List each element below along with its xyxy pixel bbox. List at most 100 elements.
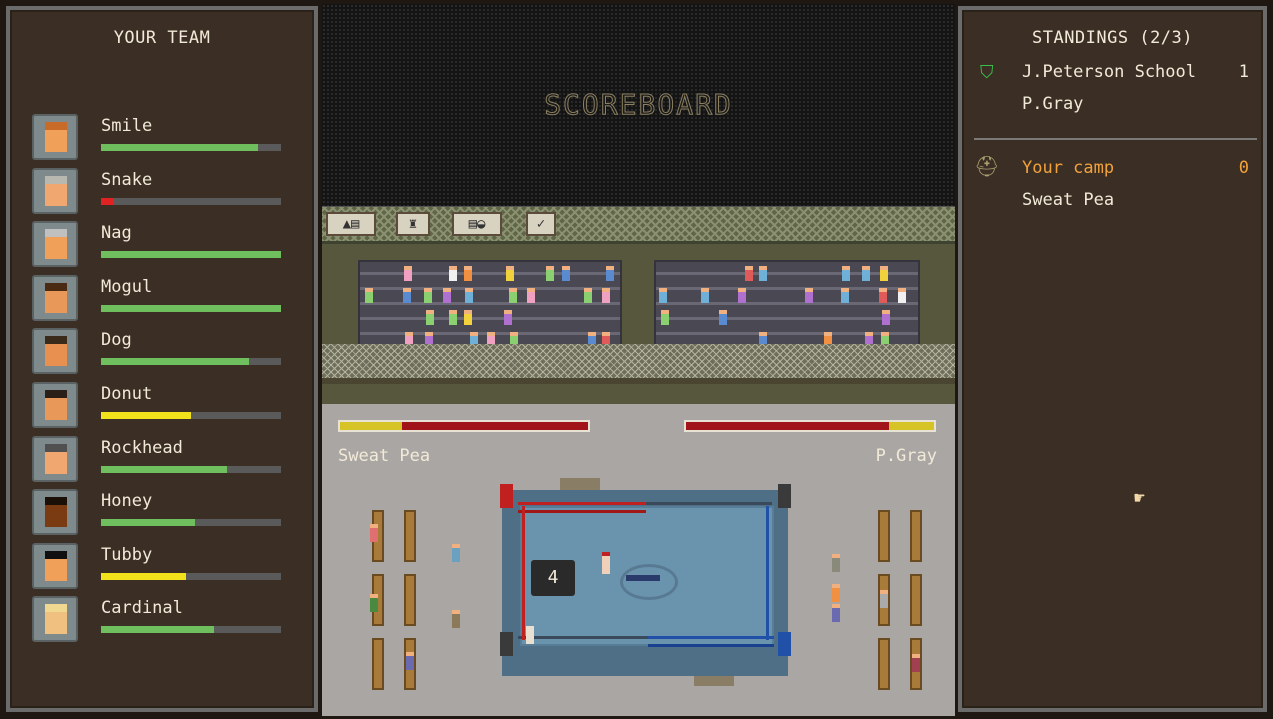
fighter-hair xyxy=(45,497,67,506)
fighter-name: Honey xyxy=(101,491,153,512)
hand-cursor-icon: ☛ xyxy=(1134,488,1145,509)
fighter-hair xyxy=(45,282,67,291)
spectator xyxy=(718,310,727,325)
fighter-row[interactable]: Smile xyxy=(32,114,292,164)
standings-title: STANDINGS (2/3) xyxy=(1031,28,1194,48)
team-panel-title: YOUR TEAM xyxy=(113,28,211,48)
camp-hat-icon: ⛑ xyxy=(974,154,1000,178)
fighter-health-fill xyxy=(101,251,281,259)
fighter-row[interactable]: Donut xyxy=(32,382,292,432)
fighter-row[interactable]: Cardinal xyxy=(32,596,292,646)
ring-steps-top xyxy=(560,478,600,490)
spectator xyxy=(841,266,850,281)
fighter-health-bar xyxy=(101,144,281,151)
spectator xyxy=(425,310,434,325)
fighter-row[interactable]: Mogul xyxy=(32,274,292,325)
fighter-health-fill xyxy=(101,626,215,634)
fighter-row[interactable]: Tubby xyxy=(32,542,292,593)
neutral-rope-bottom xyxy=(518,636,648,639)
fighter-health-bar xyxy=(101,251,281,259)
fighter-portrait[interactable] xyxy=(32,167,78,214)
sponsor-sign-4: ✓ xyxy=(526,212,556,236)
arena-floor: Sweat Pea P.Gray 4 xyxy=(322,404,955,716)
fighter-portrait[interactable] xyxy=(32,328,78,375)
spectator xyxy=(464,288,473,303)
arena-view: SCOREBOARD ▲▤ ♜ ▤◒ ✓ Sweat Pea P.Gray 4 xyxy=(322,4,955,716)
green-shield-icon: ⛉ xyxy=(980,62,994,83)
ringside-spectator xyxy=(370,524,378,542)
spectator xyxy=(365,288,374,303)
wooden-bench xyxy=(878,510,890,562)
spectator xyxy=(758,266,767,281)
spectator xyxy=(505,266,514,281)
fighter-health-bar xyxy=(101,412,281,419)
blue-rope-bottom-2 xyxy=(648,644,774,647)
fighter-hair xyxy=(45,443,67,452)
ringside-spectator xyxy=(832,584,840,602)
fighter-portrait[interactable] xyxy=(32,114,78,160)
spectator xyxy=(605,266,614,281)
scoreboard: SCOREBOARD xyxy=(322,4,955,208)
fighter-hair xyxy=(45,175,67,184)
spectator xyxy=(602,288,611,303)
standings-team-score: 1 xyxy=(1238,62,1249,82)
spectator xyxy=(879,266,888,281)
red-rope-top xyxy=(518,502,646,505)
fighter-row[interactable]: Snake xyxy=(32,167,292,218)
fighter-row[interactable]: Rockhead xyxy=(32,435,292,486)
standings-row-2: ⛑ Your camp 0 xyxy=(974,154,1249,190)
fighter-row[interactable]: Honey xyxy=(32,489,292,539)
fighter-name: Donut xyxy=(101,384,153,404)
spectator xyxy=(562,266,571,281)
wooden-bench xyxy=(910,574,922,626)
wooden-bench xyxy=(372,638,384,690)
spectator xyxy=(443,288,452,303)
fighter-health-bar xyxy=(101,572,281,580)
team-panel: YOUR TEAM Smile Snake Nag Mogul Dog Donut Rock… xyxy=(6,6,318,712)
fighter-portrait[interactable] xyxy=(32,435,78,482)
fighter-portrait[interactable] xyxy=(32,596,78,643)
knocked-down-fighter xyxy=(626,575,660,581)
ring-spotlight-circle xyxy=(620,564,678,600)
spectator xyxy=(738,288,747,303)
fighter-portrait[interactable] xyxy=(32,542,78,589)
fighter-portrait[interactable] xyxy=(32,489,78,536)
fighter-row[interactable]: Dog xyxy=(32,328,292,378)
chain-link-fence xyxy=(322,344,955,384)
ringside-spectator xyxy=(452,610,460,628)
fighter-health-fill xyxy=(101,197,114,205)
wooden-bench xyxy=(910,510,922,562)
fighter-portrait[interactable] xyxy=(32,274,78,321)
fighter-name: Tubby xyxy=(101,544,153,565)
fighter-health-fill xyxy=(101,465,227,473)
ringside-spectator xyxy=(880,590,888,608)
sponsor-sign-1: ▲▤ xyxy=(326,212,376,236)
neutral-rope-top xyxy=(646,502,772,505)
fighter-health-fill xyxy=(101,412,191,419)
right-fighter-health-fill xyxy=(889,422,934,430)
fighter-health-fill xyxy=(101,358,249,366)
ringside-spectator xyxy=(832,554,840,572)
fighter-row[interactable]: Nag xyxy=(32,221,292,271)
red-corner-post xyxy=(500,484,513,508)
fighter-health-bar xyxy=(101,358,281,366)
wooden-bench xyxy=(878,638,890,690)
standings-row-1: ⛉ J.Peterson School 1 xyxy=(980,62,1249,94)
spectator xyxy=(805,288,814,303)
spectator xyxy=(403,288,412,303)
red-rope-side xyxy=(522,506,525,640)
fighter-health-fill xyxy=(101,572,186,580)
blue-rope-side xyxy=(766,506,769,640)
blue-corner-post xyxy=(778,632,791,656)
wooden-bench xyxy=(404,510,416,562)
spectator xyxy=(448,310,457,325)
wooden-bench xyxy=(404,574,416,626)
fighter-name: Rockhead xyxy=(101,437,183,458)
fighter-portrait[interactable] xyxy=(32,382,78,428)
fighter-hair xyxy=(45,336,67,345)
standings-panel: STANDINGS (2/3) ⛉ J.Peterson School 1 P.… xyxy=(958,6,1267,712)
spectator xyxy=(881,310,890,325)
fighter-portrait[interactable] xyxy=(32,221,78,268)
neutral-corner-post-bottom xyxy=(500,632,513,656)
fighter-health-bar xyxy=(101,626,281,634)
